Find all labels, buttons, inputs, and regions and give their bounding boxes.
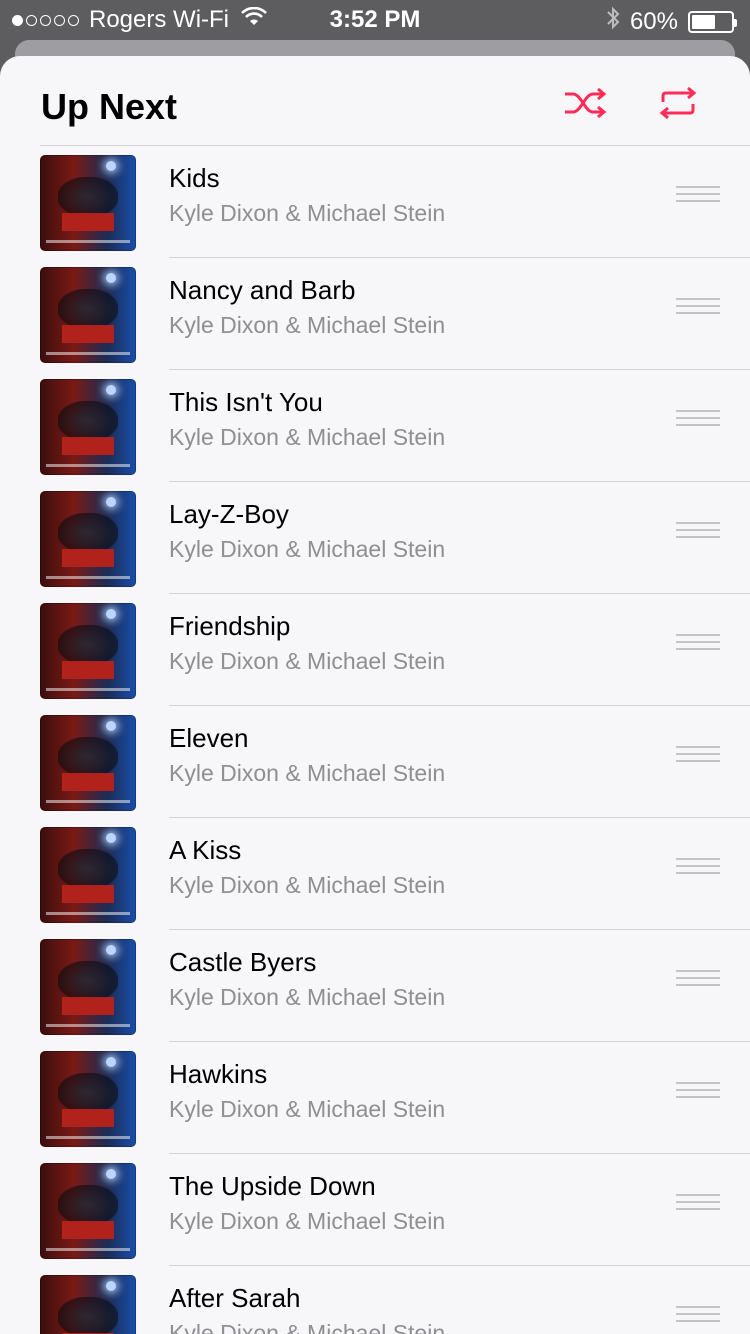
reorder-handle-icon[interactable] — [676, 1194, 720, 1210]
album-artwork — [40, 603, 136, 699]
status-bar: Rogers Wi-Fi 3:52 PM 60% — [0, 0, 750, 40]
track-artist: Kyle Dixon & Michael Stein — [169, 872, 446, 898]
album-artwork — [40, 939, 136, 1035]
track-title: This Isn't You — [169, 387, 323, 417]
track-artist: Kyle Dixon & Michael Stein — [169, 200, 446, 226]
track-row[interactable]: A Kiss Kyle Dixon & Michael Stein — [0, 818, 750, 930]
reorder-handle-icon[interactable] — [676, 858, 720, 874]
track-artist: Kyle Dixon & Michael Stein — [169, 1320, 446, 1334]
track-row[interactable]: The Upside Down Kyle Dixon & Michael Ste… — [0, 1154, 750, 1266]
reorder-handle-icon[interactable] — [676, 970, 720, 986]
reorder-handle-icon[interactable] — [676, 634, 720, 650]
track-row[interactable]: Castle Byers Kyle Dixon & Michael Stein — [0, 930, 750, 1042]
reorder-handle-icon[interactable] — [676, 186, 720, 202]
album-artwork — [40, 715, 136, 811]
track-row[interactable]: Hawkins Kyle Dixon & Michael Stein — [0, 1042, 750, 1154]
album-artwork — [40, 1163, 136, 1259]
album-artwork — [40, 155, 136, 251]
album-artwork — [40, 827, 136, 923]
shuffle-icon — [565, 88, 607, 118]
album-artwork — [40, 267, 136, 363]
track-title: A Kiss — [169, 835, 242, 865]
track-row[interactable]: Eleven Kyle Dixon & Michael Stein — [0, 706, 750, 818]
track-title: The Upside Down — [169, 1171, 376, 1201]
shuffle-button[interactable] — [561, 84, 609, 122]
battery-percent: 60% — [629, 7, 678, 35]
track-artist: Kyle Dixon & Michael Stein — [169, 648, 446, 674]
track-title: Friendship — [169, 611, 291, 641]
reorder-handle-icon[interactable] — [676, 746, 720, 762]
track-artist: Kyle Dixon & Michael Stein — [169, 424, 446, 450]
reorder-handle-icon[interactable] — [676, 410, 720, 426]
track-row[interactable]: Friendship Kyle Dixon & Michael Stein — [0, 594, 750, 706]
track-title: Kids — [169, 163, 220, 193]
track-artist: Kyle Dixon & Michael Stein — [169, 984, 446, 1010]
track-row[interactable]: After Sarah Kyle Dixon & Michael Stein — [0, 1266, 750, 1334]
track-row[interactable]: Nancy and Barb Kyle Dixon & Michael Stei… — [0, 258, 750, 370]
repeat-button[interactable] — [654, 84, 702, 122]
track-artist: Kyle Dixon & Michael Stein — [169, 1096, 446, 1122]
up-next-header: Up Next — [0, 56, 750, 146]
up-next-list: Kids Kyle Dixon & Michael Stein Nancy an… — [0, 146, 750, 1334]
battery-level — [692, 14, 715, 29]
track-title: Eleven — [169, 723, 249, 753]
track-title: After Sarah — [169, 1283, 301, 1313]
track-title: Nancy and Barb — [169, 275, 356, 305]
album-artwork — [40, 491, 136, 587]
reorder-handle-icon[interactable] — [676, 298, 720, 314]
track-artist: Kyle Dixon & Michael Stein — [169, 760, 446, 786]
track-title: Hawkins — [169, 1059, 268, 1089]
up-next-sheet: Up Next Kids Kyle Dixon & Michael Stein … — [0, 56, 750, 1334]
album-artwork — [40, 379, 136, 475]
track-row[interactable]: Kids Kyle Dixon & Michael Stein — [0, 146, 750, 258]
reorder-handle-icon[interactable] — [676, 1306, 720, 1322]
reorder-handle-icon[interactable] — [676, 1082, 720, 1098]
track-row[interactable]: This Isn't You Kyle Dixon & Michael Stei… — [0, 370, 750, 482]
page-title: Up Next — [41, 86, 178, 127]
track-row[interactable]: Lay-Z-Boy Kyle Dixon & Michael Stein — [0, 482, 750, 594]
track-title: Lay-Z-Boy — [169, 499, 289, 529]
repeat-icon — [659, 86, 697, 120]
track-artist: Kyle Dixon & Michael Stein — [169, 312, 446, 338]
track-artist: Kyle Dixon & Michael Stein — [169, 1208, 446, 1234]
album-artwork — [40, 1275, 136, 1334]
album-artwork — [40, 1051, 136, 1147]
track-artist: Kyle Dixon & Michael Stein — [169, 536, 446, 562]
track-title: Castle Byers — [169, 947, 317, 977]
bluetooth-icon — [606, 6, 620, 37]
status-right: 60% — [606, 6, 737, 37]
reorder-handle-icon[interactable] — [676, 522, 720, 538]
battery-icon — [688, 10, 737, 33]
